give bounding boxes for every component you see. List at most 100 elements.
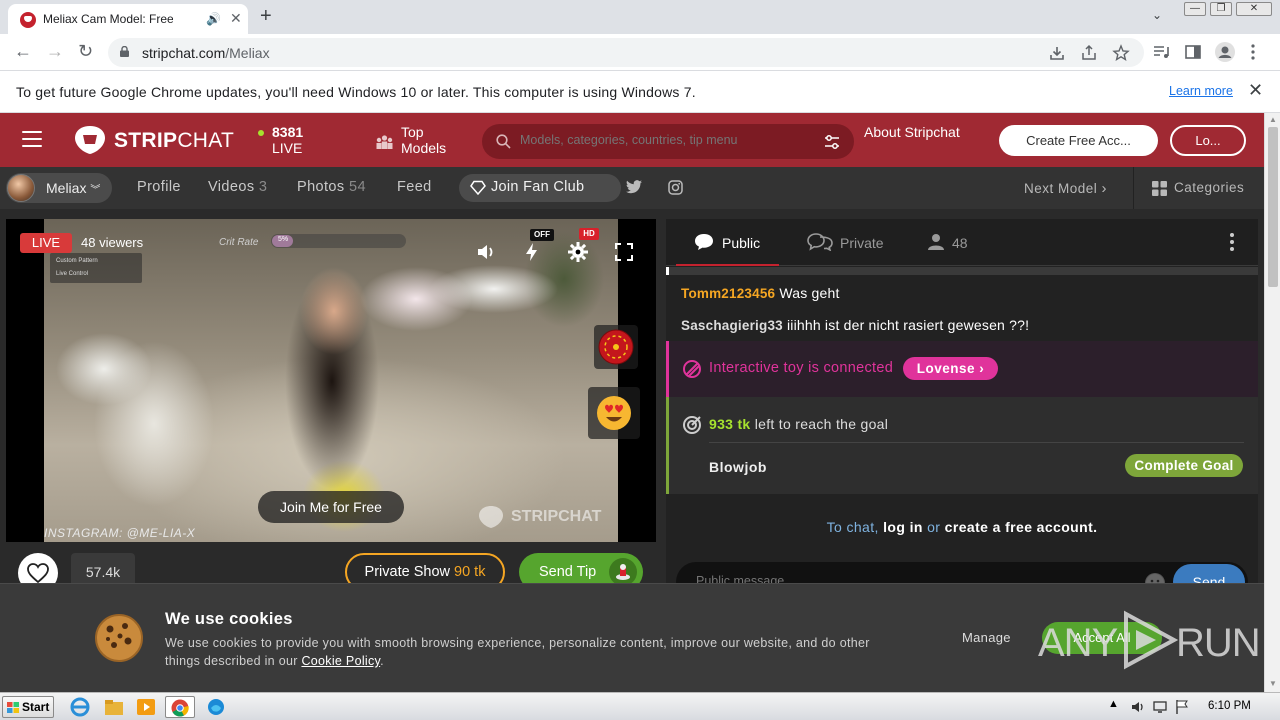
- join-me-for-free-button[interactable]: Join Me for Free: [258, 491, 404, 523]
- tab-private-chat[interactable]: Private: [807, 219, 897, 266]
- back-arrow-icon[interactable]: ←: [14, 42, 32, 60]
- chat-menu-kebab-icon[interactable]: [1230, 233, 1236, 253]
- address-bar[interactable]: stripchat.com/Meliax: [108, 38, 1144, 67]
- feed-tab[interactable]: Feed: [397, 179, 432, 195]
- private-chat-icon: [807, 233, 833, 251]
- browser-tab-strip: Meliax Cam Model: Free Live Se 🔊 ✕ + ⌄ —…: [0, 0, 1280, 34]
- lightning-icon[interactable]: [521, 241, 543, 263]
- tab-users[interactable]: 48: [928, 219, 978, 266]
- search-input[interactable]: [520, 133, 800, 147]
- media-player-icon[interactable]: [134, 696, 158, 718]
- wheel-icon: [598, 329, 634, 365]
- tab-audio-icon[interactable]: 🔊: [206, 12, 221, 26]
- anyrun-text-right: RUN: [1176, 621, 1261, 665]
- chrome-taskbar-icon[interactable]: [165, 696, 195, 718]
- tab-public-chat[interactable]: Public: [694, 219, 778, 266]
- top-models-label: Top Models: [401, 124, 447, 156]
- bookmark-star-icon[interactable]: [1112, 44, 1130, 62]
- instagram-icon[interactable]: [668, 180, 683, 195]
- twitter-icon[interactable]: [626, 180, 642, 194]
- photos-tab[interactable]: Photos 54: [297, 179, 366, 195]
- fullscreen-icon[interactable]: [613, 241, 635, 263]
- url-text: stripchat.com/Meliax: [142, 45, 270, 61]
- login-button[interactable]: Lo...: [1170, 125, 1246, 156]
- install-app-icon[interactable]: [1048, 44, 1066, 62]
- goal-name: Blowjob: [709, 459, 767, 475]
- lightning-off-badge: OFF: [530, 229, 554, 241]
- active-tab-indicator: [676, 264, 779, 266]
- overlay-row-custom-pattern: Custom Pattern: [56, 258, 98, 264]
- chat-create-account-link[interactable]: create a free account.: [945, 519, 1098, 535]
- page-scrollbar[interactable]: ▲ ▼: [1264, 113, 1280, 692]
- action-center-flag-icon[interactable]: [1174, 699, 1190, 715]
- settings-gear-icon[interactable]: [567, 241, 589, 263]
- profile-avatar-icon[interactable]: [1215, 42, 1235, 62]
- volume-icon[interactable]: [475, 241, 497, 263]
- close-window-button[interactable]: ✕: [1236, 2, 1272, 16]
- forward-arrow-icon[interactable]: →: [46, 42, 64, 60]
- chat-login-prompt: To chat, log in or create a free account…: [826, 519, 1098, 535]
- toy-control-overlay: Custom Pattern Live Control: [50, 253, 142, 283]
- menu-hamburger-icon[interactable]: [22, 131, 42, 147]
- cookie-consent-banner: We use cookies We use cookies to provide…: [0, 583, 1264, 692]
- profile-tab[interactable]: Profile: [137, 179, 181, 195]
- chrome-update-infobar: To get future Google Chrome updates, you…: [0, 71, 1280, 113]
- scroll-down-arrow-icon[interactable]: ▼: [1269, 679, 1277, 688]
- wheel-of-fortune-button[interactable]: [594, 325, 638, 369]
- categories-label: Categories: [1174, 180, 1245, 195]
- join-fan-club-button[interactable]: Join Fan Club: [459, 174, 621, 202]
- chat-message: Tomm2123456 Was geht: [681, 285, 840, 301]
- reload-icon[interactable]: ↻: [78, 42, 93, 60]
- search-filter-icon[interactable]: [824, 134, 840, 150]
- next-model-button[interactable]: Next Model ›: [1024, 180, 1107, 197]
- new-tab-button[interactable]: +: [260, 6, 272, 26]
- top-models-link[interactable]: Top Models: [376, 124, 466, 158]
- videos-tab[interactable]: Videos 3: [208, 179, 267, 195]
- volume-tray-icon[interactable]: [1130, 699, 1146, 715]
- interactive-toy-notice: Interactive toy is connected Lovense ›: [666, 341, 1258, 397]
- browser-tab[interactable]: Meliax Cam Model: Free Live Se 🔊 ✕: [8, 4, 248, 34]
- lovense-button[interactable]: Lovense ›: [903, 357, 998, 380]
- scrollbar-thumb[interactable]: [1268, 127, 1278, 287]
- chat-username[interactable]: Saschagierig33: [681, 318, 783, 333]
- minimize-window-button[interactable]: —: [1184, 2, 1206, 16]
- infobar-close-icon[interactable]: ✕: [1248, 80, 1263, 101]
- create-free-account-button[interactable]: Create Free Acc...: [999, 125, 1158, 156]
- cookie-icon: [95, 614, 143, 662]
- chat-username[interactable]: Tomm2123456: [681, 286, 775, 301]
- restore-window-button[interactable]: ❐: [1210, 2, 1232, 16]
- tab-users-count: 48: [952, 235, 968, 251]
- url-host: stripchat.com: [142, 45, 226, 61]
- stripchat-logo-mark-icon: [75, 126, 105, 154]
- browser-toolbar: ← → ↻ stripchat.com/Meliax: [0, 34, 1280, 71]
- complete-goal-button[interactable]: Complete Goal: [1125, 454, 1243, 477]
- learn-more-link[interactable]: Learn more: [1169, 84, 1233, 98]
- network-tray-icon[interactable]: [1152, 699, 1168, 715]
- stripchat-watermark-icon: [479, 506, 503, 528]
- chrome-menu-icon[interactable]: [1250, 43, 1256, 61]
- side-panel-icon[interactable]: [1184, 43, 1202, 61]
- tab-search-chevron-down-icon[interactable]: ⌄: [1152, 8, 1162, 22]
- chat-bubble-icon: [695, 234, 713, 250]
- scroll-up-arrow-icon[interactable]: ▲: [1269, 115, 1277, 124]
- tab-close-icon[interactable]: ✕: [230, 10, 242, 27]
- about-stripchat-link[interactable]: About Stripchat: [864, 124, 964, 140]
- file-explorer-icon[interactable]: [102, 696, 126, 718]
- users-icon: [928, 234, 944, 250]
- share-icon[interactable]: [1080, 44, 1098, 62]
- reaction-emoji-button[interactable]: [588, 387, 640, 439]
- heart-icon: [27, 563, 49, 583]
- model-profile-chip[interactable]: Meliax ︾: [6, 173, 112, 203]
- edge-icon[interactable]: [204, 696, 228, 718]
- tray-expand-icon[interactable]: ▲: [1108, 698, 1119, 710]
- internet-explorer-icon[interactable]: [68, 696, 92, 718]
- cookie-policy-link[interactable]: Cookie Policy: [301, 654, 380, 668]
- start-button[interactable]: Start: [2, 696, 54, 718]
- video-player[interactable]: LIVE 48 viewers Custom Pattern Live Cont…: [6, 219, 656, 542]
- chat-tabs: Public Private 48: [666, 219, 1258, 266]
- join-fan-club-label: Join Fan Club: [491, 179, 585, 195]
- manage-cookies-button[interactable]: Manage: [962, 630, 1011, 645]
- model-bar-divider: [1133, 167, 1134, 209]
- chat-login-link[interactable]: log in: [883, 519, 923, 535]
- media-controls-icon[interactable]: [1152, 43, 1170, 61]
